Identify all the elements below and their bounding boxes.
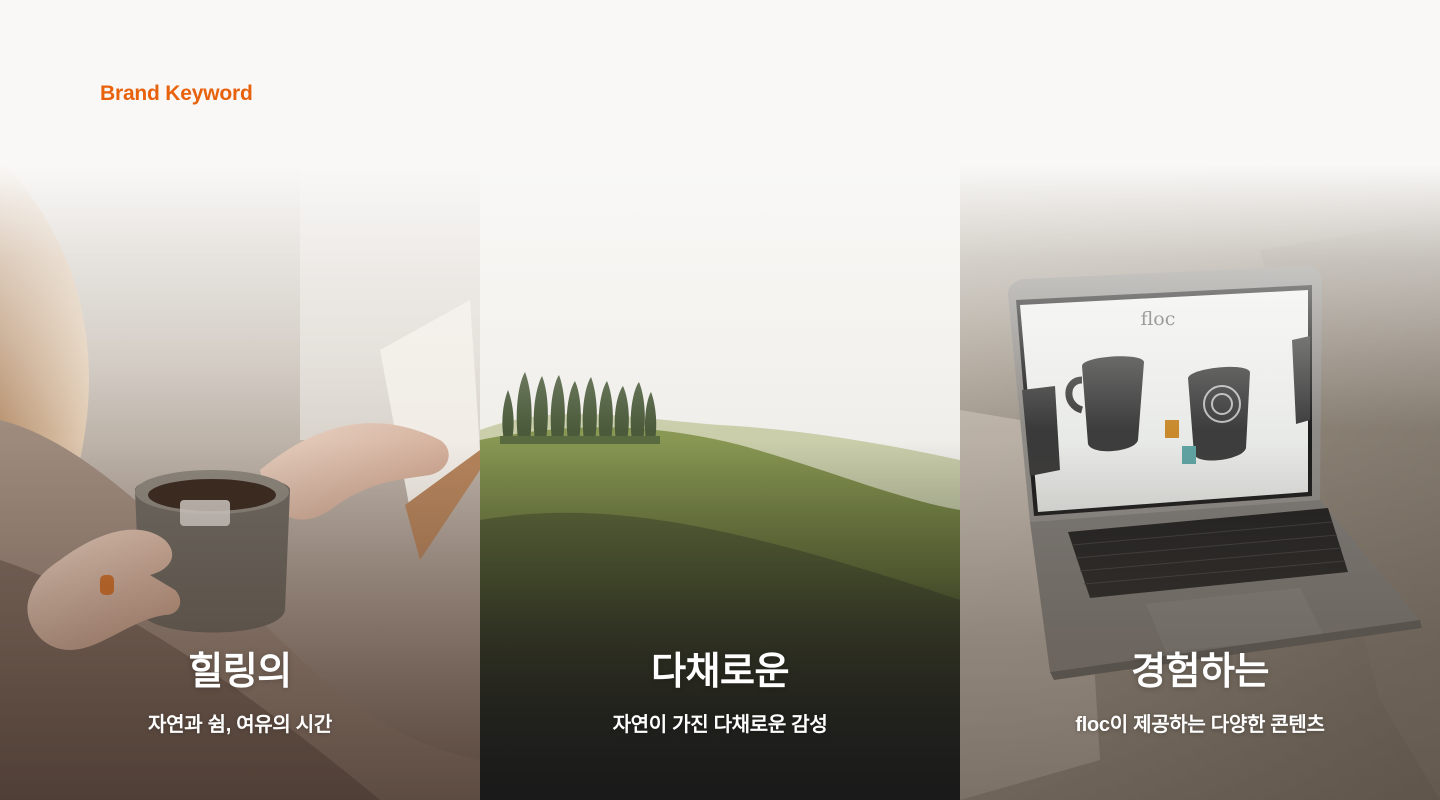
screen-logo: floc xyxy=(1141,308,1176,330)
keyword-panels: 힐링의 자연과 쉼, 여유의 시간 다채로운 자연이 가진 다채로운 감성 fl… xyxy=(0,0,1440,800)
panel-subtitle: 자연과 쉼, 여유의 시간 xyxy=(148,714,332,736)
keyword-panel-diverse: 다채로운 자연이 가진 다채로운 감성 xyxy=(480,0,960,800)
panel-title: 힐링의 xyxy=(188,651,292,693)
keyword-panel-healing: 힐링의 자연과 쉼, 여유의 시간 xyxy=(0,0,480,800)
panel-title: 경험하는 xyxy=(1131,651,1269,693)
panel-subtitle: 자연이 가진 다채로운 감성 xyxy=(612,714,828,736)
keyword-panel-experience: floc 경험하는 floc이 제공하는 다양한 콘텐츠 xyxy=(960,0,1440,800)
panel-title: 다채로운 xyxy=(651,651,789,693)
brand-keyword-section: 힐링의 자연과 쉼, 여유의 시간 다채로운 자연이 가진 다채로운 감성 fl… xyxy=(0,0,1440,800)
panel-subtitle: floc이 제공하는 다양한 콘텐츠 xyxy=(1075,714,1325,736)
section-eyebrow: Brand Keyword xyxy=(100,82,253,105)
